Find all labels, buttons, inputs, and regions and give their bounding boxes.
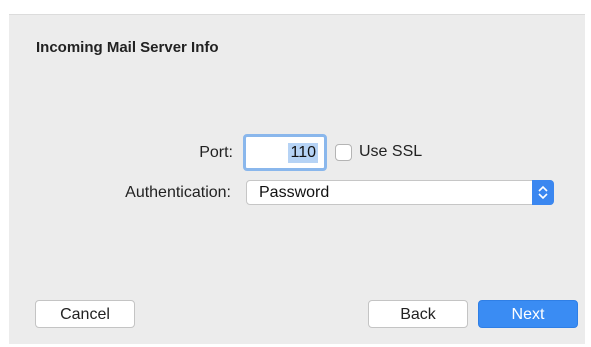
authentication-select[interactable]: Password <box>246 180 554 205</box>
port-input[interactable]: 110 <box>243 134 327 171</box>
section-title: Incoming Mail Server Info <box>36 39 219 56</box>
use-ssl-checkbox[interactable] <box>335 144 352 161</box>
use-ssl-label[interactable]: Use SSL <box>359 143 422 161</box>
cancel-button[interactable]: Cancel <box>35 300 135 328</box>
authentication-selected-value: Password <box>259 184 330 201</box>
back-button[interactable]: Back <box>368 300 468 328</box>
authentication-label: Authentication: <box>125 184 231 201</box>
clipped-header-text <box>36 0 276 12</box>
port-label: Port: <box>199 144 233 161</box>
select-stepper-icon <box>532 180 554 205</box>
port-value: 110 <box>288 143 318 163</box>
next-button[interactable]: Next <box>478 300 578 328</box>
incoming-mail-server-panel: Incoming Mail Server Info Port: 110 Use … <box>9 14 585 344</box>
